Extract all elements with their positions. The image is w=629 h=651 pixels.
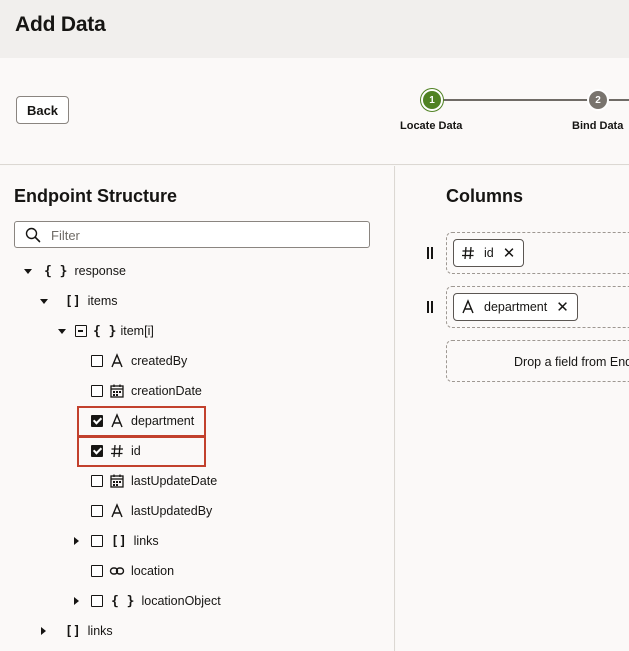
train-connector xyxy=(440,99,590,101)
search-icon xyxy=(25,227,41,243)
text-type-icon xyxy=(111,353,123,368)
tree-node-label: links xyxy=(87,624,113,638)
columns-title: Columns xyxy=(446,186,524,206)
braces-icon: { } xyxy=(44,263,68,279)
step-1-label[interactable]: Locate Data xyxy=(400,120,462,132)
expand-caret-icon[interactable] xyxy=(41,627,46,635)
step-1-indicator[interactable]: 1 xyxy=(423,91,441,109)
hash-icon xyxy=(462,246,474,260)
field-checkbox[interactable] xyxy=(91,595,103,607)
tree-node-lastupdatedby[interactable]: lastUpdatedBy xyxy=(91,498,212,524)
braces-icon: { } xyxy=(111,593,135,609)
text-type-icon xyxy=(462,299,474,314)
column-chip-label: id xyxy=(484,246,494,260)
tree-node-location[interactable]: location xyxy=(91,558,174,584)
tree-node-label: response xyxy=(74,264,126,278)
tree-node-response[interactable]: { } response xyxy=(24,258,126,284)
column-chip-label: department xyxy=(484,300,548,314)
page-header: Add Data xyxy=(0,0,629,58)
endpoint-structure-title: Endpoint Structure xyxy=(14,186,177,206)
tree-node-links[interactable]: [] links xyxy=(41,618,113,644)
remove-column-icon[interactable]: ✕ xyxy=(556,300,569,315)
tree-node-label: items xyxy=(87,294,118,308)
tree-node-label: location xyxy=(131,564,175,578)
step-2-indicator[interactable]: 2 xyxy=(589,91,607,109)
link-icon xyxy=(109,567,125,575)
tree-node-label: lastUpdateDate xyxy=(131,474,218,488)
tree-node-label: links xyxy=(133,534,159,548)
field-checkbox[interactable] xyxy=(91,535,103,547)
page-title: Add Data xyxy=(15,13,106,36)
drag-handle-icon[interactable] xyxy=(427,247,433,259)
selection-highlight xyxy=(77,406,206,437)
expand-caret-icon[interactable] xyxy=(58,328,66,334)
tree-node-lastupdatedate[interactable]: lastUpdateDate xyxy=(91,468,217,494)
braces-icon: { } xyxy=(93,323,117,339)
expand-caret-icon[interactable] xyxy=(74,597,79,605)
field-checkbox[interactable] xyxy=(91,505,103,517)
expand-caret-icon[interactable] xyxy=(40,298,48,304)
tree-node-item-i[interactable]: { } item[i] xyxy=(58,318,154,344)
tree-node-creationdate[interactable]: creationDate xyxy=(91,378,202,404)
field-checkbox[interactable] xyxy=(91,385,103,397)
back-button[interactable]: Back xyxy=(16,96,69,124)
tree-node-label: createdBy xyxy=(131,354,188,368)
tree-node-label: item[i] xyxy=(120,324,154,338)
expand-caret-icon[interactable] xyxy=(24,268,32,274)
select-all-checkbox[interactable] xyxy=(75,325,87,337)
calendar-icon xyxy=(110,384,124,398)
tree-node-items[interactable]: [] items xyxy=(40,288,118,314)
tree-node-label: creationDate xyxy=(131,384,202,398)
text-type-icon xyxy=(111,503,123,518)
filter-input[interactable] xyxy=(51,226,351,244)
brackets-icon: [] xyxy=(65,293,81,309)
selection-highlight xyxy=(77,436,206,467)
train-connector xyxy=(606,99,629,101)
calendar-icon xyxy=(110,474,124,488)
column-chip-department[interactable]: department ✕ xyxy=(453,293,578,321)
field-checkbox[interactable] xyxy=(91,475,103,487)
column-chip-id[interactable]: id ✕ xyxy=(453,239,525,267)
filter-field[interactable] xyxy=(14,221,370,248)
brackets-icon: [] xyxy=(65,623,81,639)
remove-column-icon[interactable]: ✕ xyxy=(503,246,516,261)
tree-node-createdby[interactable]: createdBy xyxy=(91,348,187,374)
drop-zone-hint: Drop a field from End xyxy=(514,355,629,369)
expand-caret-icon[interactable] xyxy=(74,537,79,545)
tree-node-links-nested[interactable]: [] links xyxy=(74,528,159,554)
field-checkbox[interactable] xyxy=(91,565,103,577)
drag-handle-icon[interactable] xyxy=(427,301,433,313)
tree-node-locationobject[interactable]: { } locationObject xyxy=(74,588,221,614)
field-checkbox[interactable] xyxy=(91,355,103,367)
tree-node-label: lastUpdatedBy xyxy=(131,504,213,518)
brackets-icon: [] xyxy=(111,533,127,549)
step-2-label[interactable]: Bind Data xyxy=(572,120,623,132)
wizard-toolbar: Back 1 Locate Data 2 Bind Data xyxy=(0,58,629,165)
tree-node-label: locationObject xyxy=(141,594,221,608)
